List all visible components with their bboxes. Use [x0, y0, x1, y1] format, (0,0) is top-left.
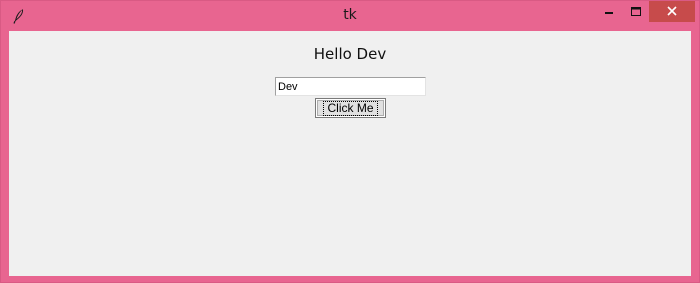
minimize-icon	[605, 12, 613, 14]
title-bar[interactable]: tk	[1, 1, 699, 31]
greeting-label: Hello Dev	[313, 45, 387, 63]
click-me-button[interactable]: Click Me	[315, 98, 386, 118]
minimize-button[interactable]	[595, 1, 623, 22]
click-me-label: Click Me	[323, 100, 378, 116]
app-window: tk Hello Dev Click Me	[0, 0, 700, 283]
maximize-button[interactable]	[622, 1, 650, 22]
close-button[interactable]	[649, 1, 695, 22]
name-entry[interactable]	[275, 77, 426, 96]
close-icon	[667, 6, 677, 16]
client-area: Hello Dev Click Me	[9, 31, 691, 276]
maximize-icon	[631, 7, 641, 16]
